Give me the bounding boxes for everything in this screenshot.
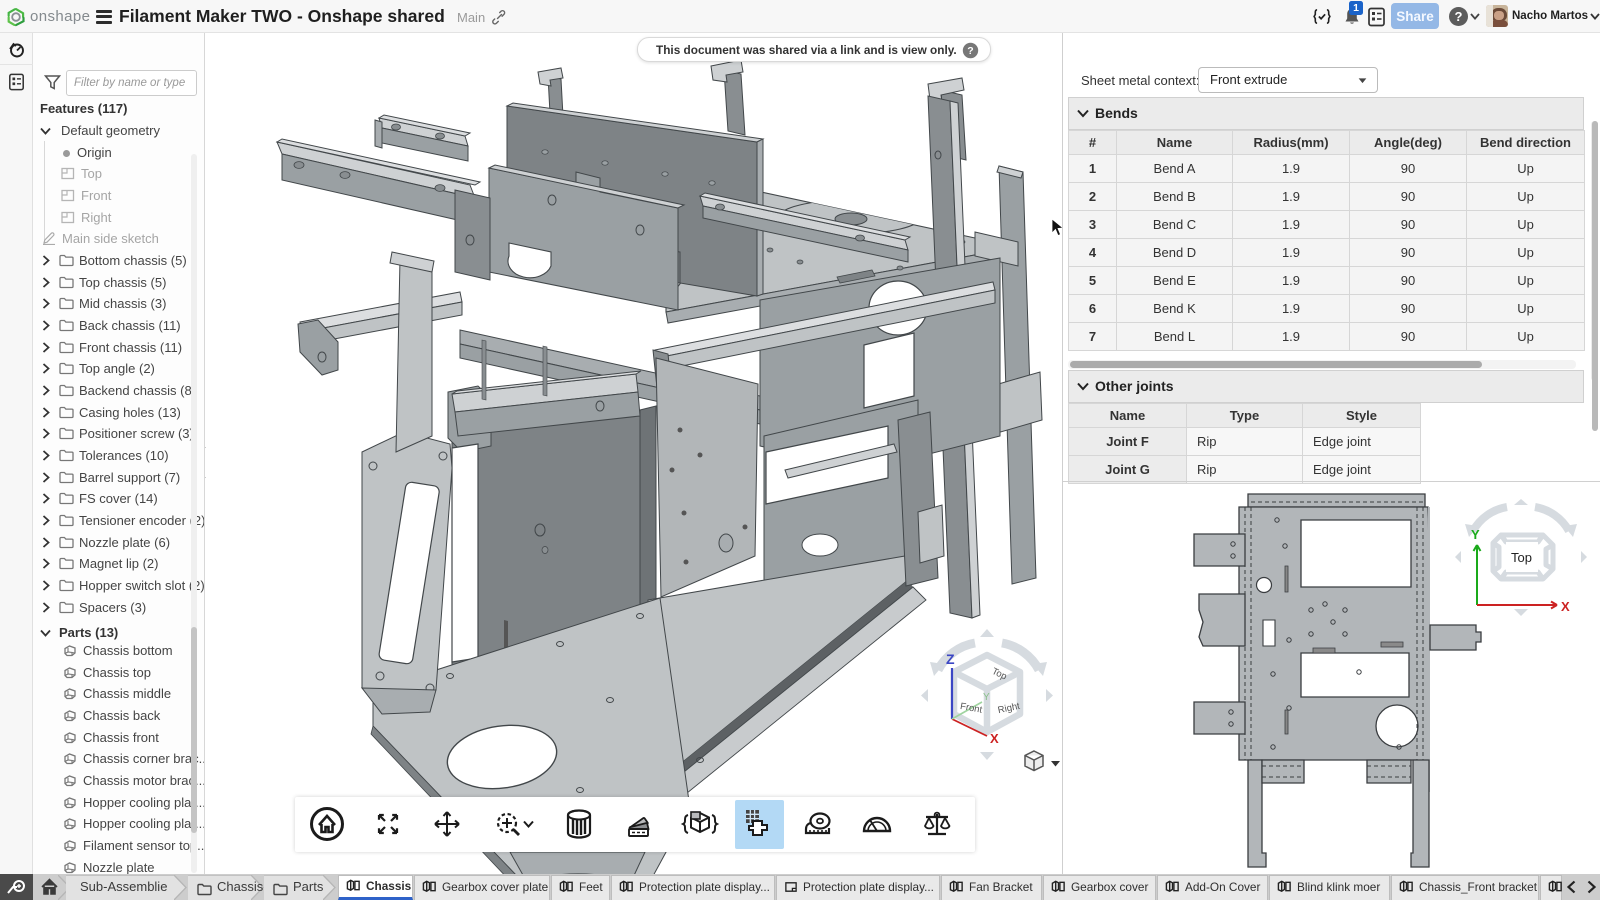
svg-text:?: ?	[967, 45, 973, 57]
svg-text:Y: Y	[1471, 527, 1480, 542]
svg-text:Z: Z	[946, 651, 955, 667]
svg-text:Top: Top	[1511, 550, 1532, 565]
svg-text:X: X	[1561, 599, 1570, 614]
svg-text:?: ?	[1455, 9, 1463, 24]
svg-text:Y: Y	[983, 692, 990, 703]
svg-text:X: X	[990, 731, 999, 746]
